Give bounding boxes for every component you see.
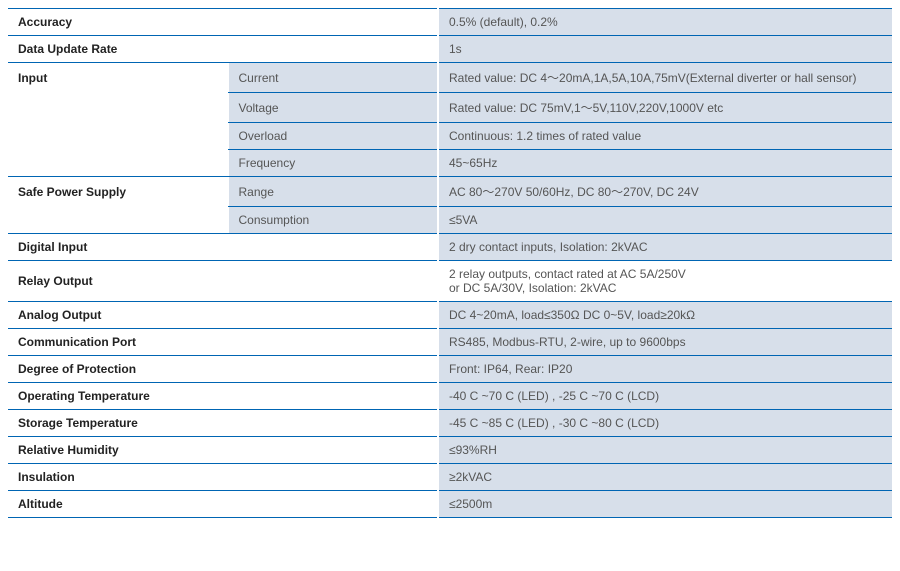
row-degree-protection: Degree of Protection Front: IP64, Rear: … xyxy=(8,356,892,383)
data-update-label: Data Update Rate xyxy=(8,36,438,63)
row-data-update: Data Update Rate 1s xyxy=(8,36,892,63)
row-relative-humidity: Relative Humidity ≤93%RH xyxy=(8,437,892,464)
relay-output-line1: 2 relay outputs, contact rated at AC 5A/… xyxy=(449,267,882,281)
accuracy-value: 0.5% (default), 0.2% xyxy=(438,9,892,36)
spec-table: Accuracy 0.5% (default), 0.2% Data Updat… xyxy=(8,8,892,518)
input-label: Input xyxy=(8,63,228,93)
accuracy-label: Accuracy xyxy=(8,9,438,36)
row-input-current: Input Current Rated value: DC 4～20mA,1A,… xyxy=(8,63,892,93)
row-safe-power-consumption: Consumption ≤5VA xyxy=(8,207,892,234)
degree-protection-value: Front: IP64, Rear: IP20 xyxy=(438,356,892,383)
row-safe-power-range: Safe Power Supply Range AC 80～270V 50/60… xyxy=(8,177,892,207)
storage-temp-label: Storage Temperature xyxy=(8,410,438,437)
row-altitude: Altitude ≤2500m xyxy=(8,491,892,518)
digital-input-value: 2 dry contact inputs, Isolation: 2kVAC xyxy=(438,234,892,261)
input-frequency-label: Frequency xyxy=(228,150,438,177)
insulation-label: Insulation xyxy=(8,464,438,491)
operating-temp-label: Operating Temperature xyxy=(8,383,438,410)
input-overload-value: Continuous: 1.2 times of rated value xyxy=(438,123,892,150)
analog-output-label: Analog Output xyxy=(8,302,438,329)
input-current-value: Rated value: DC 4～20mA,1A,5A,10A,75mV(Ex… xyxy=(438,63,892,93)
safe-power-range-label: Range xyxy=(228,177,438,207)
row-operating-temp: Operating Temperature -40 C ~70 C (LED) … xyxy=(8,383,892,410)
safe-power-range-value: AC 80～270V 50/60Hz, DC 80～270V, DC 24V xyxy=(438,177,892,207)
relative-humidity-value: ≤93%RH xyxy=(438,437,892,464)
row-relay-output: Relay Output 2 relay outputs, contact ra… xyxy=(8,261,892,302)
storage-temp-value: -45 C ~85 C (LED) , -30 C ~80 C (LCD) xyxy=(438,410,892,437)
data-update-value: 1s xyxy=(438,36,892,63)
operating-temp-value: -40 C ~70 C (LED) , -25 C ~70 C (LCD) xyxy=(438,383,892,410)
relay-output-label: Relay Output xyxy=(8,261,438,302)
row-analog-output: Analog Output DC 4~20mA, load≤350Ω DC 0~… xyxy=(8,302,892,329)
input-voltage-label: Voltage xyxy=(228,93,438,123)
comm-port-value: RS485, Modbus-RTU, 2-wire, up to 9600bps xyxy=(438,329,892,356)
comm-port-label: Communication Port xyxy=(8,329,438,356)
row-input-frequency: Frequency 45~65Hz xyxy=(8,150,892,177)
row-comm-port: Communication Port RS485, Modbus-RTU, 2-… xyxy=(8,329,892,356)
digital-input-label: Digital Input xyxy=(8,234,438,261)
relative-humidity-label: Relative Humidity xyxy=(8,437,438,464)
relay-output-line2: or DC 5A/30V, Isolation: 2kVAC xyxy=(449,281,882,295)
altitude-value: ≤2500m xyxy=(438,491,892,518)
safe-power-consumption-value: ≤5VA xyxy=(438,207,892,234)
input-frequency-value: 45~65Hz xyxy=(438,150,892,177)
safe-power-label: Safe Power Supply xyxy=(8,177,228,207)
row-accuracy: Accuracy 0.5% (default), 0.2% xyxy=(8,9,892,36)
row-input-voltage: Voltage Rated value: DC 75mV,1～5V,110V,2… xyxy=(8,93,892,123)
analog-output-value: DC 4~20mA, load≤350Ω DC 0~5V, load≥20kΩ xyxy=(438,302,892,329)
row-input-overload: Overload Continuous: 1.2 times of rated … xyxy=(8,123,892,150)
row-insulation: Insulation ≥2kVAC xyxy=(8,464,892,491)
degree-protection-label: Degree of Protection xyxy=(8,356,438,383)
input-overload-label: Overload xyxy=(228,123,438,150)
input-voltage-value: Rated value: DC 75mV,1～5V,110V,220V,1000… xyxy=(438,93,892,123)
input-current-label: Current xyxy=(228,63,438,93)
relay-output-value: 2 relay outputs, contact rated at AC 5A/… xyxy=(438,261,892,302)
insulation-value: ≥2kVAC xyxy=(438,464,892,491)
altitude-label: Altitude xyxy=(8,491,438,518)
safe-power-consumption-label: Consumption xyxy=(228,207,438,234)
row-storage-temp: Storage Temperature -45 C ~85 C (LED) , … xyxy=(8,410,892,437)
row-digital-input: Digital Input 2 dry contact inputs, Isol… xyxy=(8,234,892,261)
